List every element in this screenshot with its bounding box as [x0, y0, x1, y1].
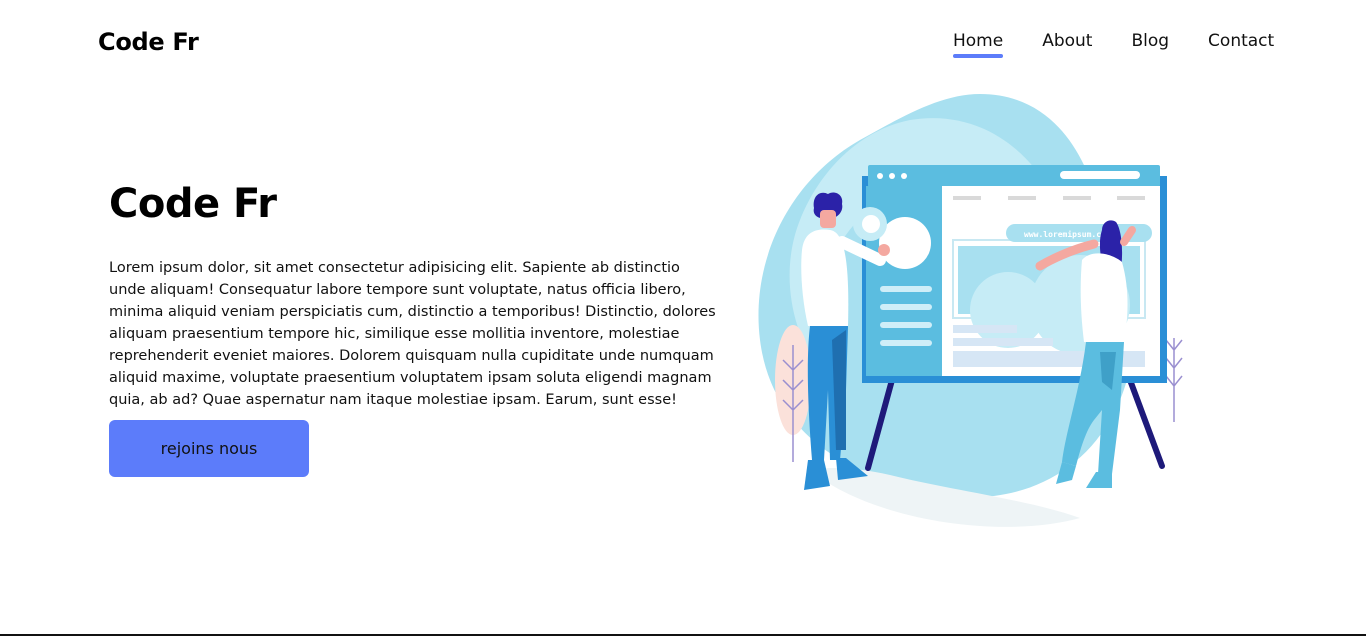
nav-link-contact[interactable]: Contact [1208, 31, 1274, 51]
join-button[interactable]: rejoins nous [109, 420, 309, 477]
plant-right-icon [1165, 338, 1183, 422]
navbar: Code Fr Home About Blog Contact [0, 0, 1366, 84]
nav-link-about[interactable]: About [1042, 31, 1092, 51]
nav-link-blog[interactable]: Blog [1131, 31, 1169, 51]
hero-title: Code Fr [109, 181, 277, 227]
site-logo[interactable]: Code Fr [98, 28, 199, 56]
hero-description: Lorem ipsum dolor, sit amet consectetur … [109, 260, 716, 408]
url-text: www.loremipsum.com [1024, 229, 1111, 239]
nav-link-home[interactable]: Home [953, 31, 1004, 58]
nav-menu: Home About Blog Contact [953, 31, 1274, 58]
website-illustration: www.loremipsum.com [758, 94, 1183, 527]
